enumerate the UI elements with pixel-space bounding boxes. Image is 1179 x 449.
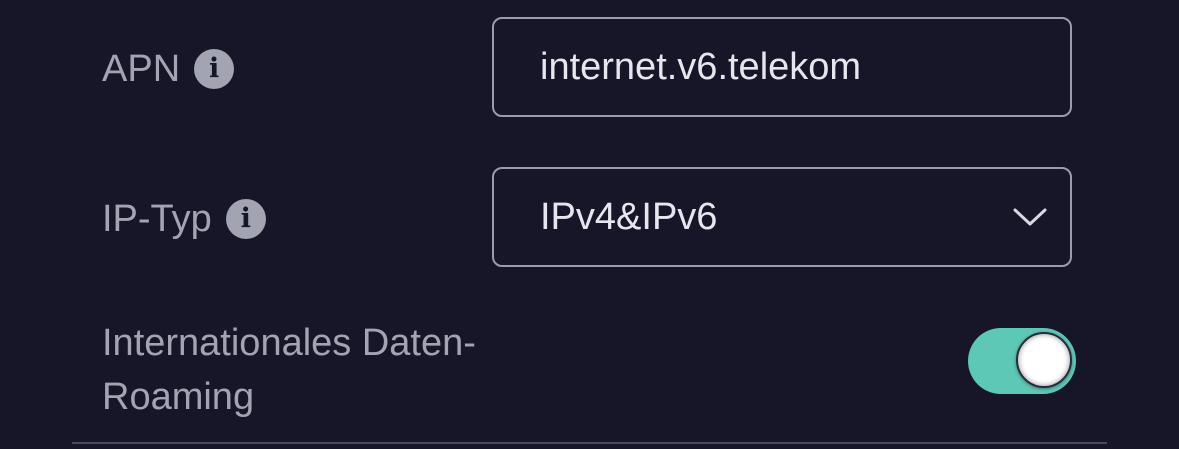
apn-label: APN: [102, 48, 181, 90]
chevron-down-icon: [1010, 197, 1050, 237]
ip-type-selected-value: IPv4&IPv6: [540, 195, 718, 238]
ip-type-select[interactable]: IPv4&IPv6: [492, 167, 1072, 267]
apn-field[interactable]: [492, 17, 1072, 117]
info-icon[interactable]: i: [225, 199, 266, 239]
ip-type-label: IP-Typ: [102, 198, 212, 240]
ip-type-label-row: IP-Typ i: [102, 192, 266, 246]
toggle-knob: [1016, 332, 1072, 388]
apn-label-row: APN i: [102, 42, 235, 96]
divider: [72, 442, 1107, 444]
apn-settings-screen: APN i IP-Typ i IPv4&IPv6 Internationales…: [0, 0, 1179, 449]
info-icon[interactable]: i: [194, 49, 235, 89]
roaming-toggle[interactable]: [968, 328, 1076, 394]
roaming-label: Internationales Daten-Roaming: [102, 322, 476, 418]
apn-input[interactable]: [494, 19, 1070, 115]
